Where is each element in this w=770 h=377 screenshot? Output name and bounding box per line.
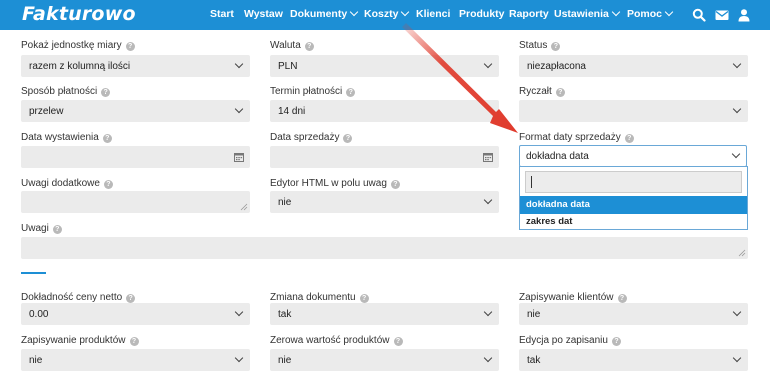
annotation-arrow [402, 23, 518, 133]
